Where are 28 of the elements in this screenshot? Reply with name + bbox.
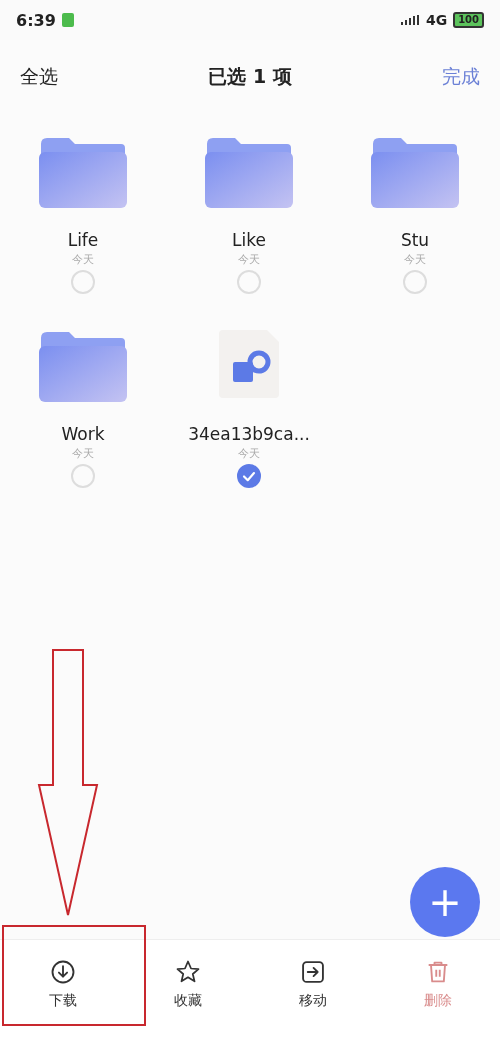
item-date: 今天 bbox=[72, 446, 94, 462]
file-icon[interactable] bbox=[219, 330, 279, 398]
item-name: Life bbox=[67, 229, 99, 252]
folder-icon[interactable] bbox=[205, 136, 293, 208]
item-name: Work bbox=[61, 423, 105, 446]
add-button[interactable]: + bbox=[410, 867, 480, 937]
item-name: Stu bbox=[400, 229, 430, 252]
network-type: 4G bbox=[425, 12, 448, 28]
item-date: 今天 bbox=[238, 252, 260, 268]
selection-checkbox[interactable] bbox=[237, 464, 261, 488]
item-date: 今天 bbox=[72, 252, 94, 268]
action-button[interactable]: 下载 bbox=[0, 940, 125, 1042]
item-date: 今天 bbox=[404, 252, 426, 268]
folder-icon[interactable] bbox=[39, 136, 127, 208]
folder-icon[interactable] bbox=[39, 330, 127, 402]
action-button[interactable]: 移动 bbox=[250, 940, 375, 1042]
select-all-button[interactable]: 全选 bbox=[20, 64, 58, 90]
notification-icon bbox=[61, 13, 74, 27]
item-name: Like bbox=[232, 229, 266, 252]
signal-icon bbox=[399, 15, 420, 25]
folder-icon[interactable] bbox=[371, 136, 459, 208]
item-date: 今天 bbox=[238, 446, 260, 462]
done-button[interactable]: 完成 bbox=[442, 64, 480, 90]
action-button[interactable]: 收藏 bbox=[125, 940, 250, 1042]
item-name: 34ea13b9ca... bbox=[188, 423, 310, 446]
selection-title: 已选 1 项 bbox=[208, 64, 292, 89]
battery-level: 100 bbox=[453, 12, 484, 28]
clock-time: 6:39 bbox=[16, 10, 56, 30]
